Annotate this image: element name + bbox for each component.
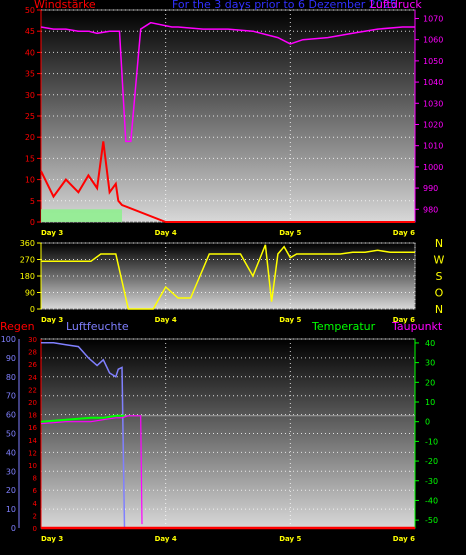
y-tick-label-luftfeuchte: 0 [33, 525, 37, 533]
legend-luftfeuchte: Luftfeuchte [66, 320, 129, 333]
y-tick-label-right: 990 [423, 184, 438, 193]
legend-regen: Regen [0, 320, 35, 333]
y-tick-label-luftfeuchte: 20 [28, 399, 37, 407]
x-tick-label: Day 3 [41, 535, 63, 543]
y-tick-label-left: 25 [25, 112, 35, 121]
y-tick-label-left: 35 [25, 70, 35, 79]
legend-taupunkt: Taupunkt [391, 320, 443, 333]
y-tick-label-direction: 360 [20, 239, 35, 248]
y-tick-label-left: 15 [25, 154, 35, 163]
y-tick-label-left: 40 [25, 48, 35, 57]
y-tick-label-luftfeuchte: 14 [28, 437, 37, 445]
weather-chart: Day 3 Day 4 Day 5 Day 6 0 5 10 15 20 25 30 35 40 45 50… [0, 0, 466, 555]
y-tick-label-temperatur: -50 [425, 516, 438, 525]
x-tick-label: Day 4 [155, 316, 177, 324]
y-tick-label-regen: 10 [6, 505, 16, 514]
compass-label: O [435, 287, 444, 300]
y-tick-label-regen: 70 [6, 392, 16, 401]
compass-label: S [436, 270, 443, 283]
y-tick-label-regen: 40 [6, 448, 16, 457]
y-tick-label-direction: 270 [20, 256, 35, 265]
y-tick-label-right: 980 [423, 205, 438, 214]
luftdruck-label: Luftdruck [370, 0, 422, 11]
y-tick-label-regen: 60 [6, 411, 16, 420]
y-tick-label-regen: 20 [6, 486, 16, 495]
y-tick-label-right: 1040 [423, 78, 443, 87]
x-tick-label: Day 4 [155, 229, 177, 237]
y-tick-label-direction: 90 [25, 289, 35, 298]
y-tick-label-temperatur: 30 [425, 359, 435, 368]
y-tick-label-left: 0 [30, 218, 35, 227]
y-tick-label-luftfeuchte: 26 [28, 361, 37, 369]
y-tick-label-right: 1000 [423, 163, 443, 172]
y-tick-label-luftfeuchte: 2 [33, 512, 37, 520]
y-tick-label-regen: 100 [1, 335, 16, 344]
compass-label: N [435, 237, 443, 250]
x-tick-label: Day 5 [279, 535, 301, 543]
y-tick-label-left: 30 [25, 91, 35, 100]
y-tick-label-luftfeuchte: 30 [28, 336, 37, 344]
y-tick-label-left: 45 [25, 27, 35, 36]
x-tick-label: Day 6 [393, 535, 415, 543]
y-tick-label-regen: 90 [6, 354, 16, 363]
y-tick-label-right: 1060 [423, 36, 443, 45]
x-tick-label: Day 6 [393, 229, 415, 237]
y-tick-label-luftfeuchte: 10 [28, 462, 37, 470]
y-tick-label-temperatur: 20 [425, 378, 435, 387]
y-tick-label-right: 1010 [423, 142, 443, 151]
y-tick-label-luftfeuchte: 18 [28, 412, 37, 420]
y-tick-label-right: 1050 [423, 57, 443, 66]
y-tick-label-right: 1020 [423, 120, 443, 129]
y-tick-label-temperatur: 40 [425, 339, 435, 348]
y-tick-label-luftfeuchte: 28 [28, 349, 37, 357]
x-tick-label: Day 5 [279, 229, 301, 237]
y-tick-label-right: 1070 [423, 14, 443, 23]
y-tick-label-temperatur: -20 [425, 457, 438, 466]
y-tick-label-temperatur: 0 [425, 418, 430, 427]
y-tick-label-temperatur: -40 [425, 496, 438, 505]
y-tick-label-luftfeuchte: 8 [33, 475, 37, 483]
gust-fill [41, 209, 122, 222]
y-tick-label-luftfeuchte: 16 [28, 424, 37, 432]
compass-label: N [435, 303, 443, 316]
y-tick-label-luftfeuchte: 4 [33, 500, 38, 508]
y-tick-label-temperatur: 10 [425, 398, 435, 407]
y-tick-label-luftfeuchte: 6 [33, 487, 38, 495]
y-tick-label-direction: 180 [20, 272, 35, 281]
y-tick-label-regen: 0 [11, 524, 16, 533]
y-tick-label-direction: 0 [30, 305, 35, 314]
y-tick-label-temperatur: -30 [425, 477, 438, 486]
y-tick-label-temperatur: -10 [425, 437, 438, 446]
y-tick-label-luftfeuchte: 12 [28, 449, 37, 457]
x-tick-label: Day 5 [279, 316, 301, 324]
y-tick-label-luftfeuchte: 24 [28, 374, 37, 382]
y-tick-label-luftfeuchte: 22 [28, 386, 37, 394]
y-tick-label-left: 10 [25, 176, 35, 185]
legend-temperatur: Temperatur [311, 320, 376, 333]
compass-label: W [434, 254, 445, 267]
x-tick-label: Day 3 [41, 229, 63, 237]
y-tick-label-left: 20 [25, 133, 35, 142]
chart-canvas: Day 3 Day 4 Day 5 Day 605101520253035404550… [0, 6, 445, 543]
x-tick-label: Day 3 [41, 316, 63, 324]
y-tick-label-regen: 30 [6, 467, 16, 476]
windstaerke-label: Windstärke [34, 0, 96, 11]
chart-title: For the 3 days prior to 6 Dezember 2025 [172, 0, 397, 11]
y-tick-label-regen: 50 [6, 430, 16, 439]
y-tick-label-regen: 80 [6, 373, 16, 382]
x-tick-label: Day 4 [155, 535, 177, 543]
y-tick-label-right: 1030 [423, 99, 443, 108]
y-tick-label-left: 5 [30, 197, 35, 206]
